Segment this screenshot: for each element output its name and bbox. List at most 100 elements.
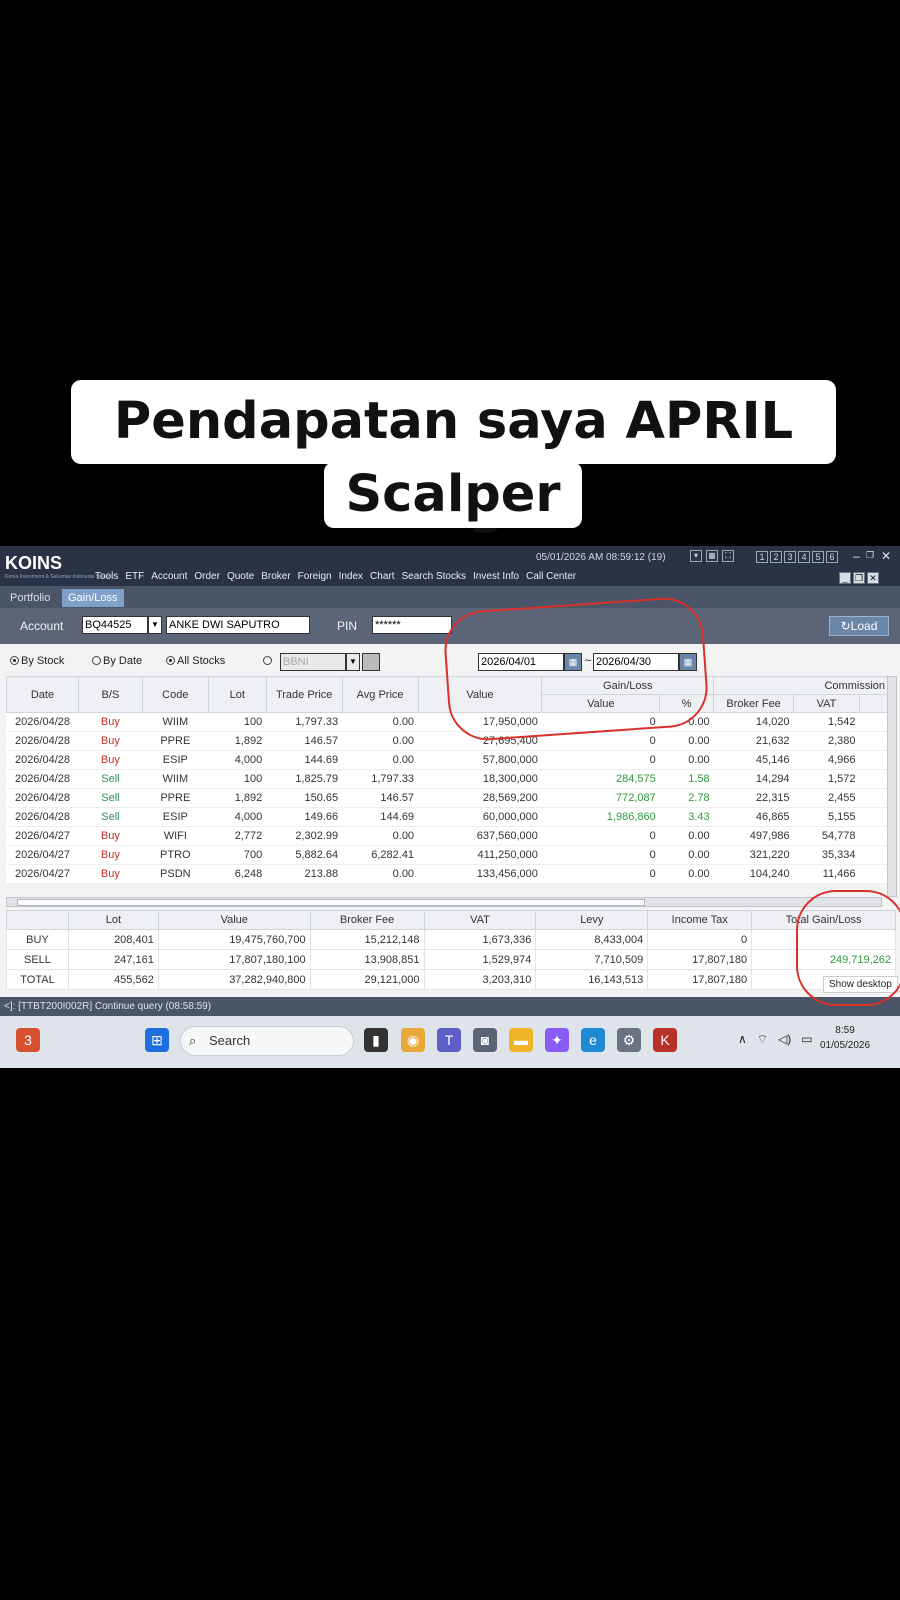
stock-code-field[interactable]: BBNI [280, 653, 346, 671]
by-stock-radio[interactable]: By Stock [10, 655, 64, 667]
account-label: Account [20, 619, 64, 633]
pin-field[interactable]: ****** [372, 616, 452, 634]
table-row[interactable]: 2026/04/27 Buy PSDN 6,248 213.88 0.00 133,456,… [6, 864, 888, 884]
koins-app-icon[interactable]: K [653, 1028, 677, 1052]
table-row[interactable]: 2026/04/27 Buy PTRO 700 5,882.64 6,282.41 411,… [6, 845, 888, 865]
account-dropdown-arrow[interactable]: ▼ [148, 616, 162, 634]
close-icon[interactable]: ✕ [881, 549, 891, 563]
col-vat[interactable]: VAT [793, 694, 860, 713]
col-date[interactable]: Date [6, 676, 79, 713]
screen-tab-6[interactable]: 6 [826, 551, 838, 563]
system-tray[interactable]: ∧ ⌔ ◁) ▭ [738, 1032, 813, 1047]
col-avg-price[interactable]: Avg Price [341, 676, 419, 713]
menu-search-stocks[interactable]: Search Stocks [401, 571, 465, 582]
single-stock-radio[interactable] [263, 655, 274, 667]
table-row[interactable]: 2026/04/28 Sell ESIP 4,000 149.66 144.69 60,00… [6, 807, 888, 827]
inner-minimize-icon[interactable]: _ [839, 572, 851, 584]
load-button[interactable]: ↻Load [829, 616, 889, 636]
menu-chart[interactable]: Chart [370, 571, 394, 582]
tab-portfolio[interactable]: Portfolio [4, 589, 56, 607]
summary-table: Lot Value Broker Fee VAT Levy Income Tax… [6, 910, 896, 990]
menu-foreign[interactable]: Foreign [298, 571, 332, 582]
layout-icon[interactable]: ▦ [706, 550, 718, 562]
camera-icon[interactable]: ◙ [473, 1028, 497, 1052]
screen-tabs: Portfolio Gain/Loss [0, 586, 900, 608]
summary-row-sell: SELL 247,161 17,807,180,100 13,908,851 1,529… [6, 949, 896, 970]
summary-col-broker-fee: Broker Fee [309, 910, 425, 930]
menu-index[interactable]: Index [339, 571, 363, 582]
menu-order[interactable]: Order [194, 571, 220, 582]
col-lot[interactable]: Lot [207, 676, 267, 713]
table-row[interactable]: 2026/04/27 Buy WIFI 2,772 2,302.99 0.00 637,56… [6, 826, 888, 846]
windows-start-icon[interactable]: ⊞ [145, 1028, 169, 1052]
status-bar: <]: [TTBT200I002R] Continue query (08:58… [0, 997, 900, 1016]
caption-line-2: Scalper [324, 462, 582, 528]
task-view-icon[interactable]: ▮ [364, 1028, 388, 1052]
table-row[interactable]: 2026/04/28 Buy WIIM 100 1,797.33 0.00 17,950,0… [6, 712, 888, 732]
screen-tab-4[interactable]: 4 [798, 551, 810, 563]
summary-row-buy: BUY 208,401 19,475,760,700 15,212,148 1,673,… [6, 929, 896, 950]
stock-code-dropdown-arrow[interactable]: ▼ [346, 653, 360, 671]
tab-gain-loss[interactable]: Gain/Loss [62, 589, 124, 607]
summary-col-levy: Levy [535, 910, 649, 930]
screen-tab-3[interactable]: 3 [784, 551, 796, 563]
file-explorer-icon[interactable]: ▬ [509, 1028, 533, 1052]
stock-search-button[interactable] [362, 653, 380, 671]
screen-number-tabs: 1 2 3 4 5 6 [756, 551, 838, 563]
server-datetime: 05/01/2026 AM 08:59:12 (19) [536, 552, 666, 563]
red-annotation-total-circle [796, 890, 900, 1006]
chrome-icon[interactable]: ◉ [401, 1028, 425, 1052]
horizontal-scrollbar[interactable] [6, 897, 882, 907]
summary-col-value: Value [157, 910, 311, 930]
menu-etf[interactable]: ETF [125, 571, 144, 582]
taskbar-clock[interactable]: 8:59 01/05/2026 [820, 1023, 870, 1053]
pin-label: PIN [337, 619, 358, 633]
pin-icon[interactable]: ▾ [690, 550, 702, 562]
col-code[interactable]: Code [141, 676, 209, 713]
restore-icon[interactable]: ❐ [866, 550, 874, 561]
teams-icon[interactable]: T [437, 1028, 461, 1052]
table-row[interactable]: 2026/04/28 Buy PPRE 1,892 146.57 0.00 27,695,4… [6, 731, 888, 751]
gain-loss-table: Date B/S Code Lot Trade Price Avg Price … [6, 676, 889, 884]
inner-restore-icon[interactable]: ❐ [853, 572, 865, 584]
account-name-field: ANKE DWI SAPUTRO [166, 616, 310, 634]
edge-icon[interactable]: e [581, 1028, 605, 1052]
minimize-icon[interactable]: – [853, 549, 860, 563]
menu-call-center[interactable]: Call Center [526, 571, 576, 582]
account-number-field[interactable]: BQ44525 [82, 616, 148, 634]
refresh-icon: ↻ [840, 619, 851, 633]
summary-col-lot: Lot [67, 910, 159, 930]
screen-tab-5[interactable]: 5 [812, 551, 824, 563]
menu-tools[interactable]: Tools [95, 571, 118, 582]
menu-invest-info[interactable]: Invest Info [473, 571, 519, 582]
trading-app-window: KOINS Korea Investment & Sekuritas Indon… [0, 546, 900, 1016]
by-date-radio[interactable]: By Date [92, 655, 142, 667]
vertical-scrollbar[interactable] [887, 676, 897, 897]
table-row[interactable]: 2026/04/28 Buy ESIP 4,000 144.69 0.00 57,800,0… [6, 750, 888, 770]
menu-bar: Tools ETF Account Order Quote Broker For… [95, 571, 576, 582]
all-stocks-radio[interactable]: All Stocks [166, 655, 225, 667]
menu-quote[interactable]: Quote [227, 571, 254, 582]
menu-broker[interactable]: Broker [261, 571, 290, 582]
screen-tab-2[interactable]: 2 [770, 551, 782, 563]
caption-line-1: Pendapatan saya APRIL sbg [71, 380, 836, 535]
notification-app-icon[interactable]: 3 [16, 1028, 40, 1052]
col-group-commission: Commission [713, 676, 888, 695]
summary-col-income-tax: Income Tax [647, 910, 753, 930]
title-bar: KOINS Korea Investment & Sekuritas Indon… [0, 546, 900, 586]
search-icon: ⌕ [189, 1033, 197, 1048]
col-bs[interactable]: B/S [77, 676, 143, 713]
settings-icon[interactable]: ⚙ [617, 1028, 641, 1052]
copilot-icon[interactable]: ✦ [545, 1028, 569, 1052]
summary-row-total: TOTAL 455,562 37,282,940,800 29,121,000 3,20… [6, 969, 896, 990]
table-row[interactable]: 2026/04/28 Sell PPRE 1,892 150.65 146.57 28,56… [6, 788, 888, 808]
scroll-thumb[interactable] [17, 899, 645, 906]
taskbar-search[interactable]: ⌕ Search [180, 1026, 354, 1056]
table-row[interactable]: 2026/04/28 Sell WIIM 100 1,825.79 1,797.33 18,… [6, 769, 888, 789]
col-broker-fee[interactable]: Broker Fee [713, 694, 795, 713]
fullscreen-icon[interactable]: ⛶ [722, 550, 734, 562]
menu-account[interactable]: Account [151, 571, 187, 582]
screen-tab-1[interactable]: 1 [756, 551, 768, 563]
inner-close-icon[interactable]: ✕ [867, 572, 879, 584]
col-trade-price[interactable]: Trade Price [265, 676, 343, 713]
